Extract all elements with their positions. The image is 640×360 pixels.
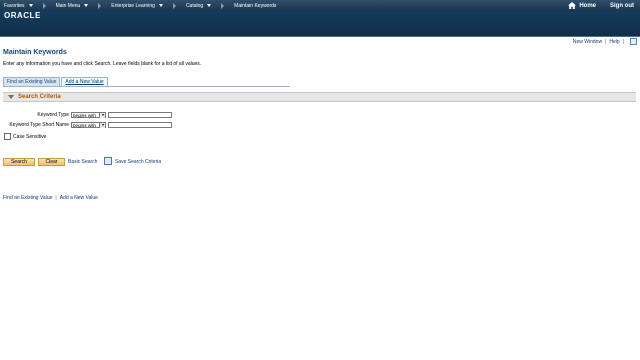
- top-nav-bar: Favorites Main Menu Enterprise Learning …: [0, 0, 640, 11]
- section-title: Search Criteria: [18, 94, 61, 100]
- page-title: Maintain Keywords: [3, 49, 67, 56]
- nav-right: Home Sign out: [568, 0, 640, 11]
- case-sensitive-label: Case Sensitive: [13, 133, 47, 140]
- nav-enterprise-learning[interactable]: Enterprise Learning: [107, 0, 167, 11]
- operator-value: begins with: [73, 112, 96, 118]
- chevron-down-icon: [84, 4, 89, 7]
- breadcrumb-separator-icon: [42, 2, 46, 9]
- find-existing-value-link[interactable]: Find an Existing Value: [3, 195, 52, 201]
- nav-favorites-label: Favorites: [4, 2, 25, 9]
- keyword-type-label: Keyword Type: [37, 112, 69, 118]
- brand-banner: ORACLE: [0, 11, 640, 37]
- save-search-criteria-link[interactable]: Save Search Criteria: [115, 159, 161, 165]
- tab-find-existing-value[interactable]: Find an Existing Value: [3, 77, 61, 86]
- collapse-triangle-icon: [8, 95, 14, 99]
- divider: [3, 86, 290, 87]
- separator: |: [605, 38, 607, 45]
- chevron-down-icon: [158, 4, 163, 7]
- new-window-link[interactable]: New Window: [573, 39, 602, 45]
- separator: |: [622, 38, 624, 45]
- home-label: Home: [579, 2, 596, 9]
- chevron-down-icon: [207, 4, 212, 7]
- chevron-down-icon: [28, 4, 33, 7]
- bottom-links: Find an Existing Value | Add a New Value: [3, 195, 98, 201]
- clear-button[interactable]: Clear: [38, 158, 65, 166]
- basic-search-link[interactable]: Basic Search: [68, 159, 97, 165]
- search-criteria-header[interactable]: Search Criteria: [3, 92, 636, 102]
- tab-label: Find an Existing Value: [7, 79, 57, 85]
- keyword-type-input[interactable]: [108, 112, 172, 118]
- tab-bar: Find an Existing Value Add a New Value: [3, 77, 109, 86]
- dropdown-arrow-icon: [99, 122, 105, 128]
- nav-catalog-label: Catalog: [185, 2, 204, 9]
- nav-maintain-keywords[interactable]: Maintain Keywords: [230, 0, 280, 11]
- home-icon: [568, 2, 577, 9]
- separator: |: [55, 195, 57, 201]
- nav-enterprise-learning-label: Enterprise Learning: [111, 2, 155, 9]
- nav-main-menu[interactable]: Main Menu: [52, 0, 93, 11]
- keyword-type-row: Keyword Type begins with: [0, 112, 172, 118]
- utility-links: New Window | Help |: [573, 38, 637, 45]
- tab-label: Add a New Value: [65, 79, 104, 85]
- home-link[interactable]: Home: [568, 2, 596, 9]
- keyword-type-short-name-label: Keyword Type Short Name: [9, 122, 69, 128]
- nav-favorites[interactable]: Favorites: [0, 0, 37, 11]
- nav-catalog[interactable]: Catalog: [182, 0, 215, 11]
- search-button[interactable]: Search: [3, 158, 35, 166]
- keyword-type-short-name-row: Keyword Type Short Name begins with: [0, 122, 172, 128]
- instructions-text: Enter any information you have and click…: [3, 61, 202, 67]
- keyword-type-operator-select[interactable]: begins with: [71, 112, 106, 118]
- page-options-icon[interactable]: [630, 38, 637, 45]
- nav-main-menu-label: Main Menu: [55, 2, 81, 9]
- operator-value: begins with: [73, 122, 96, 128]
- nav-maintain-keywords-label: Maintain Keywords: [234, 2, 277, 9]
- add-new-value-link[interactable]: Add a New Value: [60, 195, 98, 201]
- divider: [0, 36, 640, 37]
- keyword-type-short-name-operator-select[interactable]: begins with: [71, 122, 106, 128]
- breadcrumb-separator-icon: [98, 2, 102, 9]
- save-search-icon[interactable]: [104, 157, 112, 165]
- breadcrumb-separator-icon: [172, 2, 176, 9]
- case-sensitive-checkbox[interactable]: [4, 133, 11, 140]
- clear-button-label: Clear: [45, 159, 58, 165]
- oracle-logo: ORACLE: [4, 11, 41, 20]
- dropdown-arrow-icon: [99, 112, 105, 118]
- search-button-label: Search: [11, 159, 27, 165]
- help-link[interactable]: Help: [609, 39, 619, 45]
- tab-add-new-value[interactable]: Add a New Value: [61, 77, 108, 86]
- breadcrumb-separator-icon: [221, 2, 225, 9]
- keyword-type-short-name-input[interactable]: [108, 122, 172, 128]
- case-sensitive-row: Case Sensitive: [4, 133, 46, 140]
- sign-out-link[interactable]: Sign out: [610, 3, 634, 9]
